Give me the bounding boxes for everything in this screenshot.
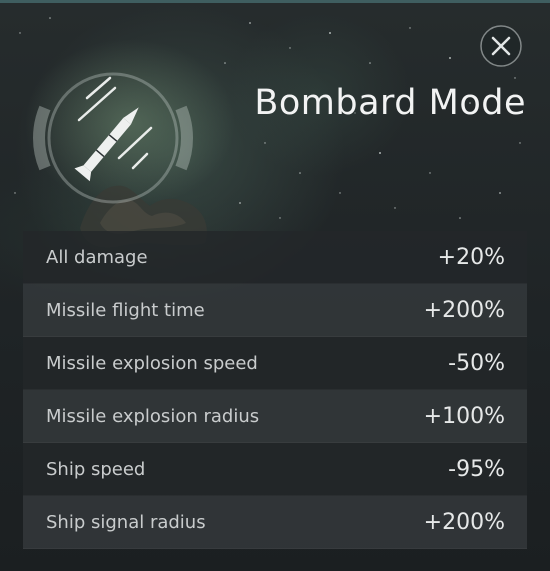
- bombard-mode-emblem: [33, 72, 193, 204]
- modifier-row: Ship speed -95%: [23, 443, 527, 496]
- modifiers-table: All damage +20% Missile flight time +200…: [23, 231, 527, 549]
- modifier-value: -50%: [448, 350, 505, 376]
- modifier-label: Missile flight time: [46, 299, 205, 321]
- modifier-label: All damage: [46, 246, 148, 268]
- bombard-mode-dialog: Bombard Mode All damage +20% Missile fli…: [0, 0, 550, 571]
- close-x-icon: [480, 25, 522, 67]
- modifier-row: All damage +20%: [23, 231, 527, 284]
- modifier-label: Ship signal radius: [46, 511, 206, 533]
- modifier-row: Missile explosion speed -50%: [23, 337, 527, 390]
- modifier-row: Ship signal radius +200%: [23, 496, 527, 549]
- modifier-value: +20%: [437, 244, 505, 270]
- close-button[interactable]: [478, 23, 524, 69]
- modifier-label: Missile explosion speed: [46, 352, 258, 374]
- modifier-row: Missile explosion radius +100%: [23, 390, 527, 443]
- modifier-value: +200%: [423, 297, 505, 323]
- dialog-title: Bombard Mode: [254, 83, 526, 123]
- modifier-row: Missile flight time +200%: [23, 284, 527, 337]
- modifier-value: -95%: [448, 456, 505, 482]
- modifier-label: Missile explosion radius: [46, 405, 260, 427]
- modifier-label: Ship speed: [46, 458, 146, 480]
- modifier-value: +200%: [423, 509, 505, 535]
- modifier-value: +100%: [423, 403, 505, 429]
